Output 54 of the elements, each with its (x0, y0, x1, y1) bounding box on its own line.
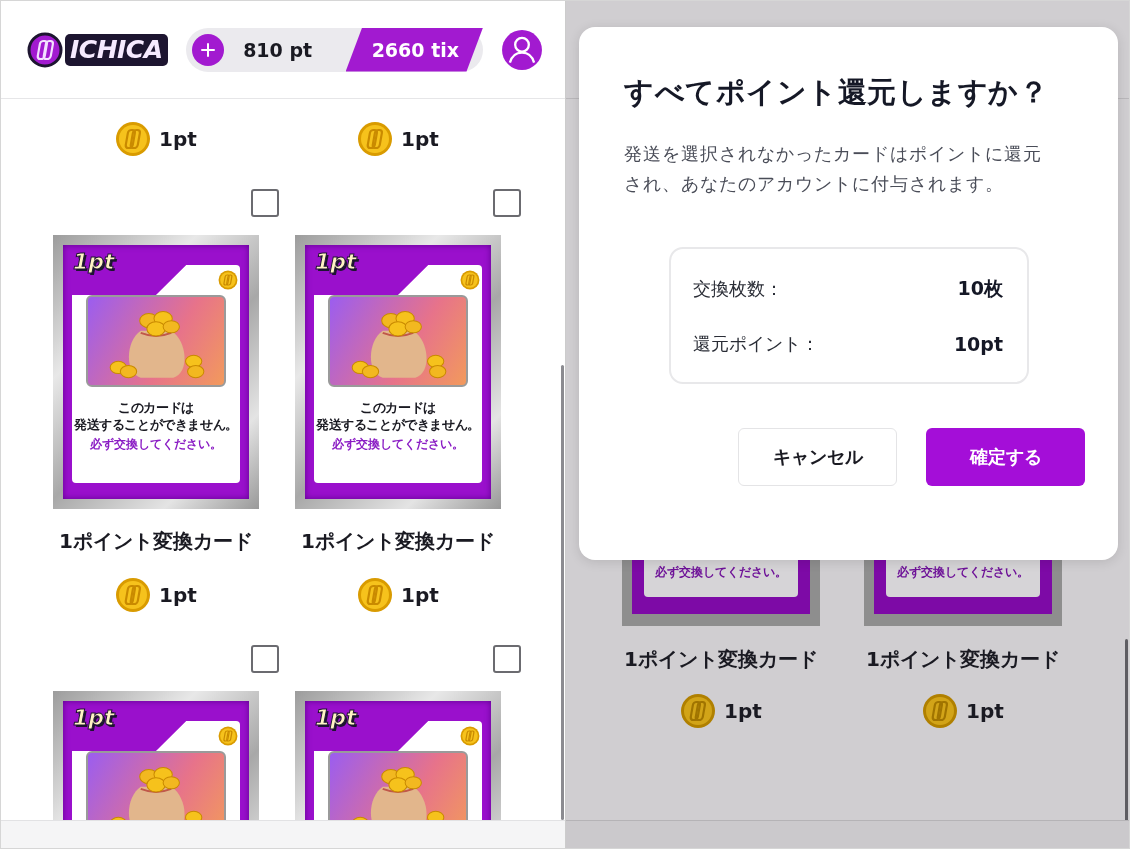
checkbox[interactable] (251, 189, 279, 217)
checkbox[interactable] (493, 645, 521, 673)
points-balance: 810 pt (242, 38, 314, 61)
card-text: 発送することができません。 (74, 416, 238, 433)
coin-icon (680, 693, 717, 729)
coin-icon (218, 270, 238, 290)
coin-icon (218, 726, 238, 746)
coin-icon (922, 693, 959, 729)
card-value-label: 1pt (315, 705, 357, 730)
price-text: 1pt (724, 699, 762, 723)
summary-label: 交換枚数： (693, 276, 783, 301)
tickets-balance: 2660 tix (345, 27, 483, 72)
card-notice: 必ず交換してください。 (655, 564, 787, 581)
card-notice: 必ず交換してください。 (897, 564, 1029, 581)
price-text: 1pt (401, 127, 439, 151)
card-notice: 必ず交換してください。 (90, 436, 222, 453)
logo-icon (27, 31, 63, 68)
cancel-button[interactable]: キャンセル (738, 428, 897, 486)
coin-icon (115, 577, 152, 613)
card-notice: 必ず交換してください。 (332, 436, 464, 453)
price-text: 1pt (966, 699, 1004, 723)
card-text: このカードは (118, 399, 194, 416)
user-icon (501, 28, 543, 71)
card-value-label: 1pt (315, 249, 357, 274)
logo-text: ICHICA (65, 33, 168, 66)
coin-icon (460, 270, 480, 290)
price-text: 1pt (159, 127, 197, 151)
coin-icon (357, 121, 394, 157)
dialog-message: 発送を選択されなかったカードはポイントに還元され、あなたのアカウントに付与されます。 (624, 142, 1043, 196)
add-points-button[interactable] (191, 33, 224, 66)
checkbox[interactable] (251, 645, 279, 673)
price-text: 1pt (159, 583, 197, 607)
card-text: このカードは (360, 399, 436, 416)
confirm-button[interactable]: 確定する (926, 428, 1085, 486)
coin-icon (357, 577, 394, 613)
card-name: 1ポイント変換カード (624, 646, 818, 673)
summary-value: 10枚 (957, 275, 1003, 301)
summary-label: 還元ポイント： (693, 331, 819, 356)
card-value-label: 1pt (73, 249, 115, 274)
checkbox[interactable] (493, 189, 521, 217)
card-name: 1ポイント変換カード (866, 646, 1060, 673)
coin-icon (460, 726, 480, 746)
card-name: 1ポイント変換カード (59, 528, 253, 555)
dialog-title: すべてポイント還元しますか？ (624, 74, 1049, 111)
card-name: 1ポイント変換カード (301, 528, 495, 555)
price-text: 1pt (401, 583, 439, 607)
summary-value: 10pt (953, 332, 1003, 355)
card-value-label: 1pt (73, 705, 115, 730)
scrollbar[interactable] (1125, 639, 1128, 820)
profile-button[interactable] (501, 28, 543, 71)
card-text: 発送することができません。 (316, 416, 480, 433)
coin-icon (115, 121, 152, 157)
scrollbar[interactable] (561, 365, 564, 820)
plus-icon (199, 41, 216, 58)
